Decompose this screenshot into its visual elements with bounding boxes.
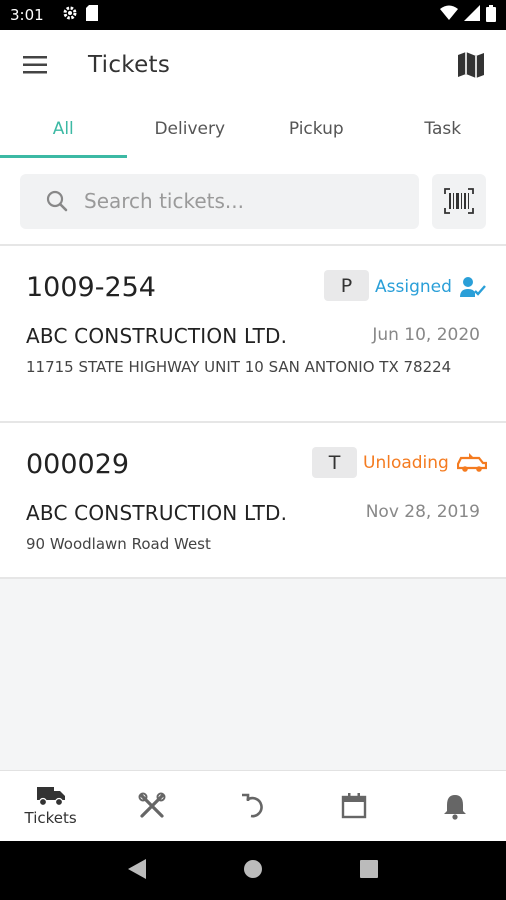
- ticket-type-badge: P: [324, 270, 369, 301]
- tab-all[interactable]: All: [0, 100, 127, 158]
- ticket-address: 90 Woodlawn Road West: [26, 535, 211, 553]
- tab-bar: All Delivery Pickup Task: [0, 100, 506, 158]
- tools-icon: [138, 792, 166, 818]
- battery-icon: [486, 4, 496, 26]
- ticket-status: Unloading: [363, 453, 487, 473]
- home-button[interactable]: [243, 859, 263, 883]
- recents-button[interactable]: [359, 859, 378, 882]
- page-title: Tickets: [88, 52, 171, 78]
- ticket-address: 11715 STATE HIGHWAY UNIT 10 SAN ANTONIO …: [26, 358, 452, 376]
- ticket-company: ABC CONSTRUCTION LTD.: [26, 501, 288, 525]
- nav-tools[interactable]: [101, 771, 202, 841]
- tab-pickup[interactable]: Pickup: [253, 100, 380, 158]
- nav-tickets-label: Tickets: [24, 809, 77, 827]
- tab-task[interactable]: Task: [380, 100, 506, 158]
- search-icon: [46, 190, 68, 212]
- ticket-type-badge: T: [312, 447, 357, 478]
- system-nav-bar: [0, 841, 506, 900]
- nav-tickets[interactable]: Tickets: [0, 771, 101, 841]
- barcode-scan-icon: [444, 188, 474, 214]
- search-input[interactable]: [84, 189, 364, 213]
- status-time: 3:01: [10, 6, 44, 24]
- ticket-date: Nov 28, 2019: [365, 502, 480, 522]
- truck-icon: [36, 787, 65, 807]
- tab-delivery[interactable]: Delivery: [127, 100, 254, 158]
- hamburger-menu-icon: [23, 56, 47, 74]
- menu-button[interactable]: [0, 30, 70, 100]
- barcode-scan-button[interactable]: [432, 173, 486, 229]
- ticket-status: Assigned: [375, 276, 486, 298]
- status-label: Unloading: [363, 453, 449, 473]
- status-label: Assigned: [375, 277, 452, 297]
- back-button[interactable]: [128, 858, 147, 883]
- ticket-card[interactable]: 1009-254 P Assigned ABC CONSTRUCTION LTD…: [0, 246, 506, 421]
- status-bar: 3:01: [0, 0, 506, 30]
- ticket-date: Jun 10, 2020: [372, 325, 480, 345]
- bottom-nav: Tickets: [0, 770, 506, 841]
- signal-icon: [464, 5, 480, 25]
- search-box[interactable]: [20, 173, 420, 229]
- nav-calendar[interactable]: [304, 771, 405, 841]
- ticket-company: ABC CONSTRUCTION LTD.: [26, 324, 288, 348]
- divider: [0, 577, 506, 579]
- home-circle-icon: [243, 859, 262, 878]
- ticket-number: 000029: [26, 449, 130, 480]
- map-icon: [458, 52, 484, 78]
- app-bar: Tickets: [0, 30, 506, 100]
- wifi-icon: [440, 5, 458, 25]
- ticket-card[interactable]: 000029 T Unloading ABC CONSTRUCTION LTD.…: [0, 423, 506, 577]
- undo-icon: [242, 793, 263, 818]
- sd-card-icon: [85, 5, 98, 25]
- assigned-user-icon: [459, 277, 486, 297]
- ticket-number: 1009-254: [26, 272, 156, 303]
- nav-undo[interactable]: [202, 771, 303, 841]
- unloading-truck-icon: [456, 453, 487, 472]
- nav-notifications[interactable]: [405, 771, 506, 841]
- map-button[interactable]: [436, 30, 506, 100]
- calendar-icon: [342, 793, 367, 819]
- bell-icon: [444, 795, 467, 820]
- settings-icon: [62, 5, 78, 25]
- recents-square-icon: [359, 859, 378, 878]
- back-triangle-icon: [128, 858, 147, 879]
- search-row: [0, 158, 506, 244]
